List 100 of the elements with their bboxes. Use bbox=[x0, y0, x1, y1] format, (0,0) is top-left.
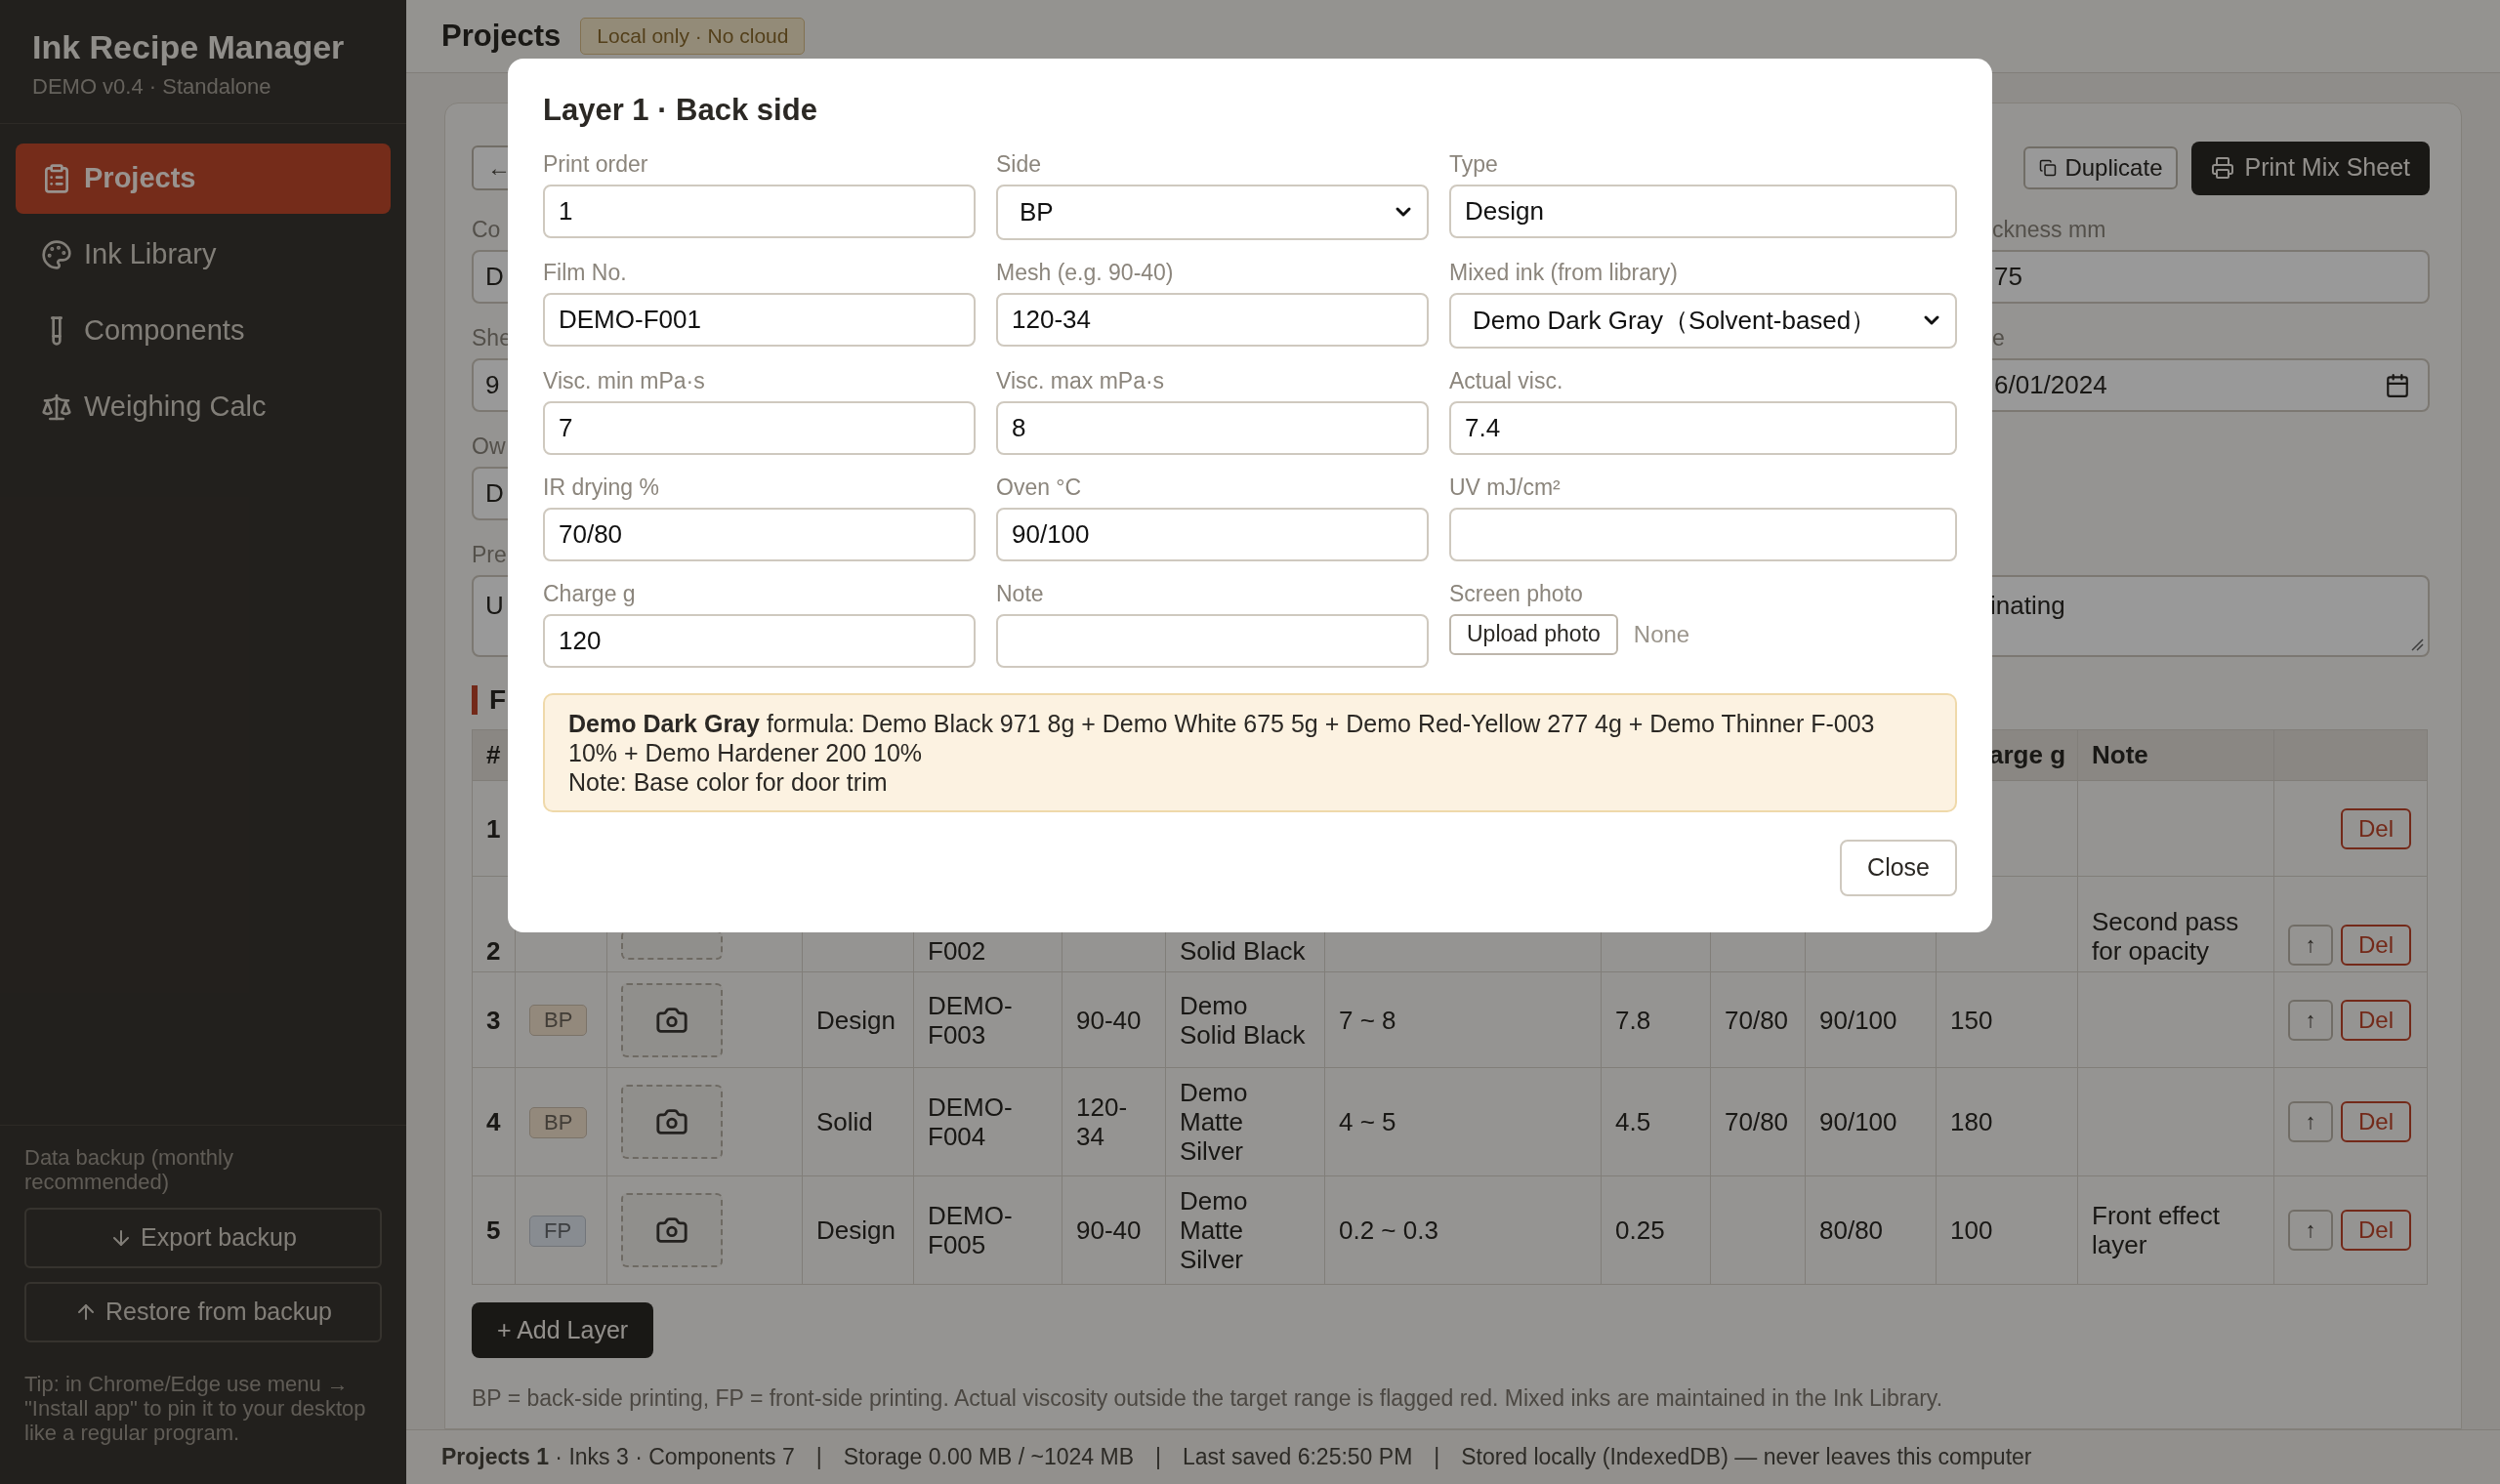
column-header: Note bbox=[2092, 740, 2148, 769]
input-field[interactable]: 7 bbox=[543, 400, 976, 455]
add-layer-button[interactable]: + Add Layer bbox=[472, 1302, 654, 1358]
table-cell: 7 ~ 8 bbox=[1339, 1005, 1396, 1035]
move-up-button[interactable]: ↑ bbox=[2288, 925, 2333, 966]
input-field[interactable]: 120-34 bbox=[996, 292, 1429, 347]
side-badge: BP bbox=[529, 1106, 588, 1138]
delete-button[interactable]: Del bbox=[2341, 807, 2411, 849]
photo-slot[interactable] bbox=[621, 1085, 723, 1159]
field-label: Actual visc. bbox=[1449, 367, 1563, 393]
select-field[interactable]: Demo Dark Gray（Solvent-based） bbox=[1449, 292, 1957, 349]
table-cell: Design bbox=[816, 1216, 896, 1245]
input-field[interactable]: 1 bbox=[543, 184, 976, 238]
column-header: # bbox=[486, 740, 501, 769]
table-cell: DEMO-F003 bbox=[928, 990, 1013, 1050]
nav-item[interactable]: Ink Library bbox=[16, 220, 391, 290]
input-field[interactable]: 120 bbox=[543, 613, 976, 668]
table-cell: DEMO-F005 bbox=[928, 1201, 1013, 1259]
backup-button[interactable]: Export backup bbox=[24, 1208, 382, 1268]
move-up-button[interactable]: ↑ bbox=[2288, 1210, 2333, 1251]
input-field[interactable]: 8 bbox=[996, 400, 1429, 455]
nav-item[interactable]: Weighing Calc bbox=[16, 372, 391, 442]
input-field[interactable]: 90/100 bbox=[996, 507, 1429, 561]
field-label: Oven °C bbox=[996, 474, 1082, 500]
delete-button[interactable]: Del bbox=[2341, 925, 2411, 966]
input-field[interactable]: 7.4 bbox=[1449, 400, 1957, 455]
table-cell: Demo Solid Black bbox=[1180, 990, 1306, 1050]
row-number: 2 bbox=[486, 936, 501, 966]
upload-photo-button[interactable]: Upload photo bbox=[1449, 613, 1618, 655]
move-up-button[interactable]: ↑ bbox=[2288, 1101, 2333, 1142]
table-cell: DEMO-F004 bbox=[928, 1092, 1013, 1151]
table-cell: 100 bbox=[1950, 1216, 1993, 1245]
input-field[interactable]: Design bbox=[1449, 184, 1957, 238]
palette-icon bbox=[41, 239, 72, 270]
photo-slot[interactable] bbox=[621, 930, 723, 960]
row-number: 4 bbox=[486, 1107, 501, 1136]
row-number: 5 bbox=[486, 1216, 501, 1245]
field-label: Screen photo bbox=[1449, 580, 1583, 606]
field-label: Charge g bbox=[543, 580, 636, 606]
delete-button[interactable]: Del bbox=[2341, 1210, 2411, 1251]
print-button[interactable]: Print Mix Sheet bbox=[2191, 141, 2430, 195]
side-badge: BP bbox=[529, 1005, 588, 1036]
input-field[interactable] bbox=[996, 613, 1429, 668]
table-cell: 150 bbox=[1950, 1005, 1993, 1035]
table-cell: 90/100 bbox=[1819, 1005, 1897, 1035]
field-label: Mesh (e.g. 90-40) bbox=[996, 259, 1174, 285]
photo-slot[interactable] bbox=[621, 982, 723, 1057]
formula-text: Demo Dark Gray formula: Demo Black 971 8g + Demo White 675 5g + Demo Red-Yellow 277 4g + Demo Thinner F-003 10% + Demo Hardener 200 10% bbox=[568, 708, 1876, 767]
backup-button[interactable]: Restore from backup bbox=[24, 1282, 382, 1342]
field-label: Visc. max mPa·s bbox=[996, 367, 1165, 393]
field-label: Film No. bbox=[543, 259, 627, 285]
photo-slot[interactable] bbox=[621, 1193, 723, 1267]
formula-note: Note: Base color for door trim bbox=[568, 766, 889, 797]
input-field[interactable]: DEMO-F001 bbox=[543, 292, 976, 347]
table-cell: 70/80 bbox=[1725, 1107, 1789, 1136]
field-label: Type bbox=[1449, 150, 1498, 177]
page-title: Projects bbox=[441, 17, 562, 55]
field-label: Print order bbox=[543, 150, 648, 177]
table-cell: 0.25 bbox=[1615, 1216, 1665, 1245]
status-text: Projects 1 · Inks 3 · Components 7 bbox=[441, 1443, 795, 1472]
move-up-button[interactable]: ↑ bbox=[2288, 999, 2333, 1041]
table-cell: 4 ~ 5 bbox=[1339, 1107, 1396, 1136]
table-cell: 90/100 bbox=[1819, 1107, 1897, 1136]
field-label: Mixed ink (from library) bbox=[1449, 259, 1678, 285]
notes-text: inating bbox=[1990, 591, 2065, 620]
delete-button[interactable]: Del bbox=[2341, 1101, 2411, 1142]
copy-icon bbox=[2039, 159, 2058, 177]
app-title: Ink Recipe Manager bbox=[32, 27, 345, 66]
input-field[interactable] bbox=[1449, 507, 1957, 561]
status-text: Stored locally (IndexedDB) — never leaves this computer bbox=[1461, 1443, 2032, 1472]
nav-item[interactable]: Projects bbox=[16, 144, 391, 214]
field-label: Visc. min mPa·s bbox=[543, 367, 705, 393]
table-cell: 180 bbox=[1950, 1107, 1993, 1136]
table-cell: Second pass for opacity bbox=[2092, 907, 2239, 966]
local-badge: Local only · No cloud bbox=[580, 18, 806, 55]
field-label: Ow bbox=[472, 433, 506, 459]
delete-button[interactable]: Del bbox=[2341, 999, 2411, 1041]
field-label: Side bbox=[996, 150, 1042, 177]
select-field[interactable]: BP bbox=[996, 184, 1429, 240]
backup-label: Data backup (monthly recommended) bbox=[24, 1145, 234, 1194]
install-tip: Tip: in Chrome/Edge use menu → "Install app" to pin it to your desktop like a regular program. bbox=[24, 1372, 367, 1445]
table-cell: 120-34 bbox=[1076, 1092, 1128, 1151]
app-subtitle: DEMO v0.4 · Standalone bbox=[32, 74, 271, 100]
field-label: UV mJ/cm² bbox=[1449, 474, 1561, 500]
nav-item[interactable]: Components bbox=[16, 296, 391, 366]
input-field[interactable]: 70/80 bbox=[543, 507, 976, 561]
table-cell: Solid Black bbox=[1180, 936, 1306, 966]
table-cell: 7.8 bbox=[1615, 1005, 1651, 1035]
side-badge: FP bbox=[529, 1215, 587, 1247]
table-cell: Demo Matte Silver bbox=[1180, 1078, 1248, 1166]
close-button[interactable]: Close bbox=[1840, 839, 1957, 896]
printer-icon bbox=[2211, 156, 2235, 180]
resize-handle-icon bbox=[2410, 638, 2424, 651]
table-cell: 90-40 bbox=[1076, 1216, 1142, 1245]
duplicate-button[interactable]: Duplicate bbox=[2023, 146, 2179, 189]
field-label: Co bbox=[472, 217, 501, 242]
legend-note: BP = back-side printing, FP = front-side printing. Actual viscosity outside the target range is flagged red. Mixed inks are maintained in the Ink Library. bbox=[472, 1384, 1944, 1413]
field-label: Pre bbox=[472, 542, 507, 567]
field-label: IR drying % bbox=[543, 474, 659, 500]
column-header: arge g bbox=[1989, 740, 2066, 769]
